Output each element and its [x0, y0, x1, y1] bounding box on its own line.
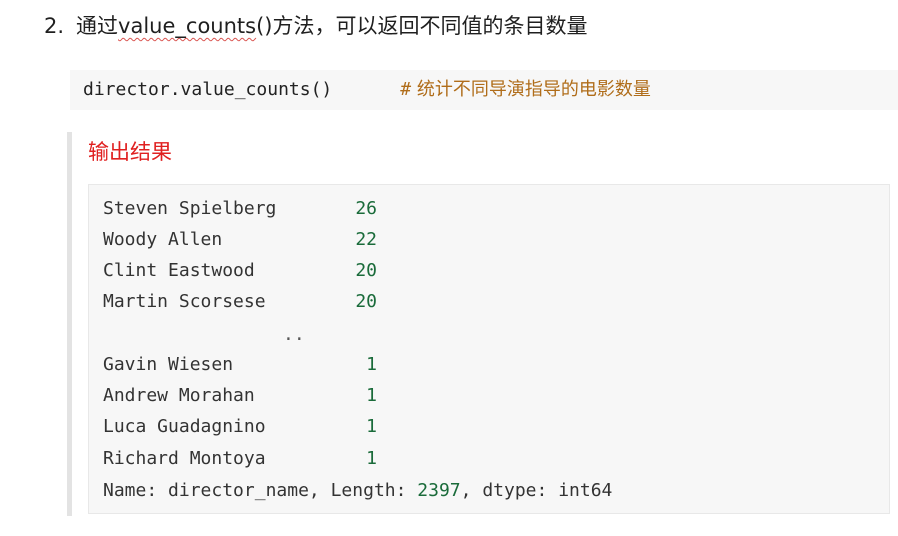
quote-bar	[67, 132, 72, 516]
heading-code-word: value_counts	[118, 14, 257, 38]
director-count: 1	[366, 354, 377, 375]
director-name: Martin Scorsese	[103, 291, 266, 312]
step-heading: 2. 通过value_counts()方法，可以返回不同值的条目数量	[44, 10, 588, 42]
output-row: Woody Allen 22	[103, 228, 377, 252]
output-row: Gavin Wiesen 1	[103, 353, 377, 377]
output-row: Richard Montoya 1	[103, 447, 377, 471]
heading-prefix: 通过	[76, 14, 119, 38]
director-name: Andrew Morahan	[103, 385, 255, 406]
output-row: Luca Guadagnino 1	[103, 415, 377, 439]
code-comment-hash: #	[400, 79, 412, 100]
director-name: Luca Guadagnino	[103, 416, 266, 437]
summary-length-value: 2397	[417, 480, 461, 501]
director-count: 20	[355, 260, 377, 281]
director-count: 1	[366, 416, 377, 437]
code-statement: director.value_counts()	[83, 79, 333, 100]
summary-name-value: director_name	[168, 480, 309, 501]
output-row: Steven Spielberg 26	[103, 197, 377, 221]
output-ellipsis: ..	[283, 324, 305, 345]
output-title: 输出结果	[88, 140, 172, 164]
director-count: 1	[366, 448, 377, 469]
output-row: Martin Scorsese 20	[103, 290, 377, 314]
summary-dtype-value: int64	[558, 480, 613, 501]
output-block: Steven Spielberg 26 Woody Allen 22 Clint E…	[88, 184, 890, 514]
director-name: Richard Montoya	[103, 448, 266, 469]
heading-suffix: ()方法，可以返回不同值的条目数量	[256, 14, 588, 38]
director-name: Woody Allen	[103, 229, 223, 250]
director-name: Gavin Wiesen	[103, 354, 234, 375]
summary-dtype-label: , dtype:	[460, 480, 559, 501]
director-count: 26	[355, 198, 377, 219]
output-summary: Name: director_name, Length: 2397, dtype…	[103, 479, 612, 503]
summary-name-label: Name:	[103, 480, 169, 501]
director-count: 1	[366, 385, 377, 406]
director-name: Clint Eastwood	[103, 260, 255, 281]
director-count: 22	[355, 229, 377, 250]
director-name: Steven Spielberg	[103, 198, 277, 219]
output-row: Clint Eastwood 20	[103, 259, 377, 283]
code-block: director.value_counts() # 统计不同导演指导的电影数量	[70, 70, 898, 110]
code-comment-text: 统计不同导演指导的电影数量	[411, 79, 651, 100]
director-count: 20	[355, 291, 377, 312]
summary-length-label: , Length:	[308, 480, 418, 501]
output-row: Andrew Morahan 1	[103, 384, 377, 408]
step-number: 2.	[44, 14, 65, 38]
